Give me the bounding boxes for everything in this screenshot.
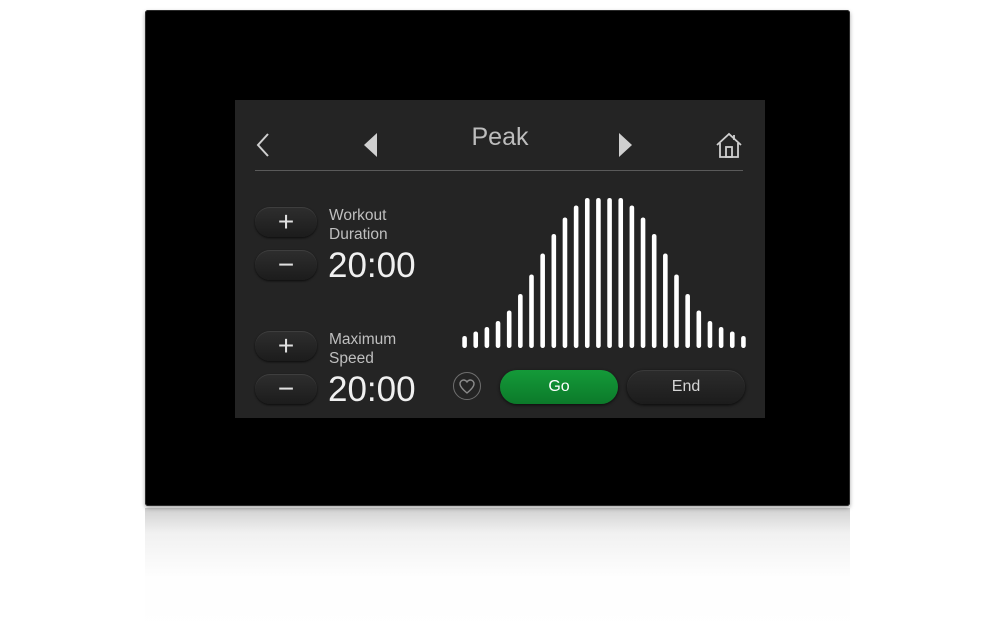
home-icon bbox=[716, 132, 742, 158]
profile-bar-25 bbox=[729, 331, 735, 348]
duration-increase-button[interactable]: + bbox=[255, 207, 317, 237]
profile-bar-20 bbox=[674, 274, 679, 348]
profile-bar-13 bbox=[596, 198, 601, 348]
speed-label: Maximum Speed bbox=[329, 330, 396, 368]
speed-label-line2: Speed bbox=[329, 350, 374, 367]
profile-bar-16 bbox=[629, 205, 635, 348]
header-bar: Peak bbox=[235, 100, 765, 172]
profile-bar-11 bbox=[573, 205, 579, 348]
profile-bar-17 bbox=[640, 217, 646, 348]
profile-bar-24 bbox=[718, 327, 724, 348]
profile-bar-7 bbox=[529, 274, 534, 348]
profile-bar-19 bbox=[663, 253, 668, 348]
duration-label: Workout Duration bbox=[329, 206, 388, 244]
chevron-left-icon bbox=[256, 133, 269, 157]
device-bezel: Peak + − Workout Duration 20:00 + − Maxi… bbox=[145, 10, 850, 506]
profile-bar-6 bbox=[518, 294, 523, 348]
profile-bar-18 bbox=[651, 234, 657, 348]
home-button[interactable] bbox=[714, 130, 744, 160]
heart-icon bbox=[459, 378, 475, 394]
device-reflection bbox=[145, 508, 850, 633]
page-title: Peak bbox=[471, 123, 529, 151]
previous-program-button[interactable] bbox=[361, 132, 381, 158]
speed-increase-button[interactable]: + bbox=[255, 331, 317, 361]
profile-bar-10 bbox=[562, 217, 568, 348]
duration-decrease-button[interactable]: − bbox=[255, 250, 317, 280]
duration-label-line1: Workout bbox=[329, 207, 387, 224]
profile-bar-12 bbox=[584, 198, 590, 348]
touch-screen: Peak + − Workout Duration 20:00 + − Maxi… bbox=[235, 100, 765, 418]
profile-bar-15 bbox=[618, 198, 624, 348]
go-button[interactable]: Go bbox=[500, 370, 618, 404]
duration-value: 20:00 bbox=[328, 246, 416, 285]
profile-bar-2 bbox=[473, 331, 479, 348]
triangle-right-icon bbox=[619, 133, 632, 157]
profile-bar-9 bbox=[551, 234, 557, 348]
profile-bar-14 bbox=[607, 198, 612, 348]
profile-bar-1 bbox=[462, 336, 467, 348]
profile-bar-23 bbox=[707, 321, 713, 348]
speed-value: 20:00 bbox=[328, 370, 416, 409]
profile-bar-5 bbox=[506, 310, 512, 348]
profile-bar-3 bbox=[484, 327, 490, 348]
profile-bar-4 bbox=[495, 321, 501, 348]
duration-label-line2: Duration bbox=[329, 226, 388, 243]
speed-label-line1: Maximum bbox=[329, 331, 397, 348]
back-button[interactable] bbox=[253, 130, 273, 160]
profile-bar-8 bbox=[540, 253, 545, 348]
next-program-button[interactable] bbox=[615, 132, 635, 158]
end-button[interactable]: End bbox=[627, 370, 745, 404]
triangle-left-icon bbox=[364, 133, 377, 157]
header-divider bbox=[255, 170, 743, 171]
profile-bar-26 bbox=[741, 336, 746, 348]
speed-decrease-button[interactable]: − bbox=[255, 374, 317, 404]
profile-bar-21 bbox=[685, 294, 690, 348]
favorite-button[interactable] bbox=[453, 372, 481, 400]
workout-profile-chart bbox=[462, 198, 746, 348]
profile-bar-22 bbox=[696, 310, 702, 348]
